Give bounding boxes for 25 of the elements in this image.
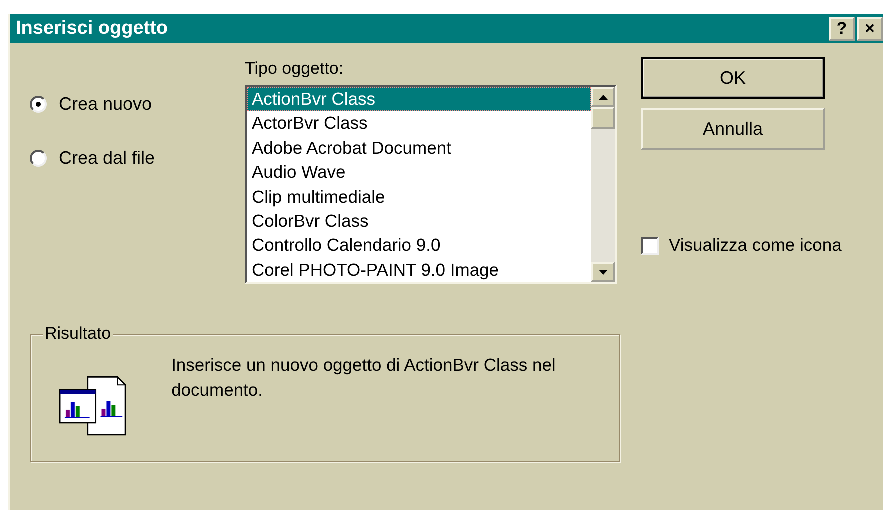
cancel-button[interactable]: Annulla (641, 108, 825, 150)
window-title: Inserisci oggetto (16, 18, 168, 40)
triangle-down-icon (598, 270, 608, 274)
triangle-up-icon (598, 94, 608, 100)
list-item[interactable]: Clip multimediale (247, 184, 591, 209)
list-item[interactable]: Audio Wave (247, 160, 591, 185)
list-item[interactable]: Adobe Acrobat Document (247, 136, 591, 160)
radio-option[interactable]: Crea nuovo (30, 94, 245, 115)
list-item[interactable]: Corel PHOTO-PAINT 9.0 Image (247, 258, 591, 282)
scrollbar[interactable] (591, 87, 615, 282)
scroll-down-button[interactable] (591, 262, 615, 282)
result-description: Inserisce un nuovo oggetto di ActionBvr Class nel documento. (172, 354, 557, 402)
list-item[interactable]: ActionBvr Class (247, 87, 591, 112)
scroll-thumb[interactable] (591, 107, 615, 129)
list-item[interactable]: ColorBvr Class (247, 208, 591, 234)
close-button[interactable]: × (857, 16, 883, 40)
display-as-icon-checkbox[interactable]: Visualizza come icona (641, 235, 842, 256)
radio-option[interactable]: Crea dal file (30, 148, 245, 169)
list-label: Tipo oggetto: (245, 58, 345, 80)
list-item[interactable]: ActorBvr Class (247, 111, 591, 136)
object-type-list[interactable]: ActionBvr Class ActorBvr Class Adobe Acrobat Document Audio Wave Clip multimediale ColorBvr Class Controllo Calendario 9.0 Corel PHOTO-PAINT 9.0 Image (245, 85, 617, 284)
list-item[interactable]: Controllo Calendario 9.0 (247, 233, 591, 258)
scroll-up-button[interactable] (591, 87, 615, 107)
help-button[interactable]: ? (829, 16, 855, 40)
ok-button[interactable]: OK (641, 57, 825, 99)
